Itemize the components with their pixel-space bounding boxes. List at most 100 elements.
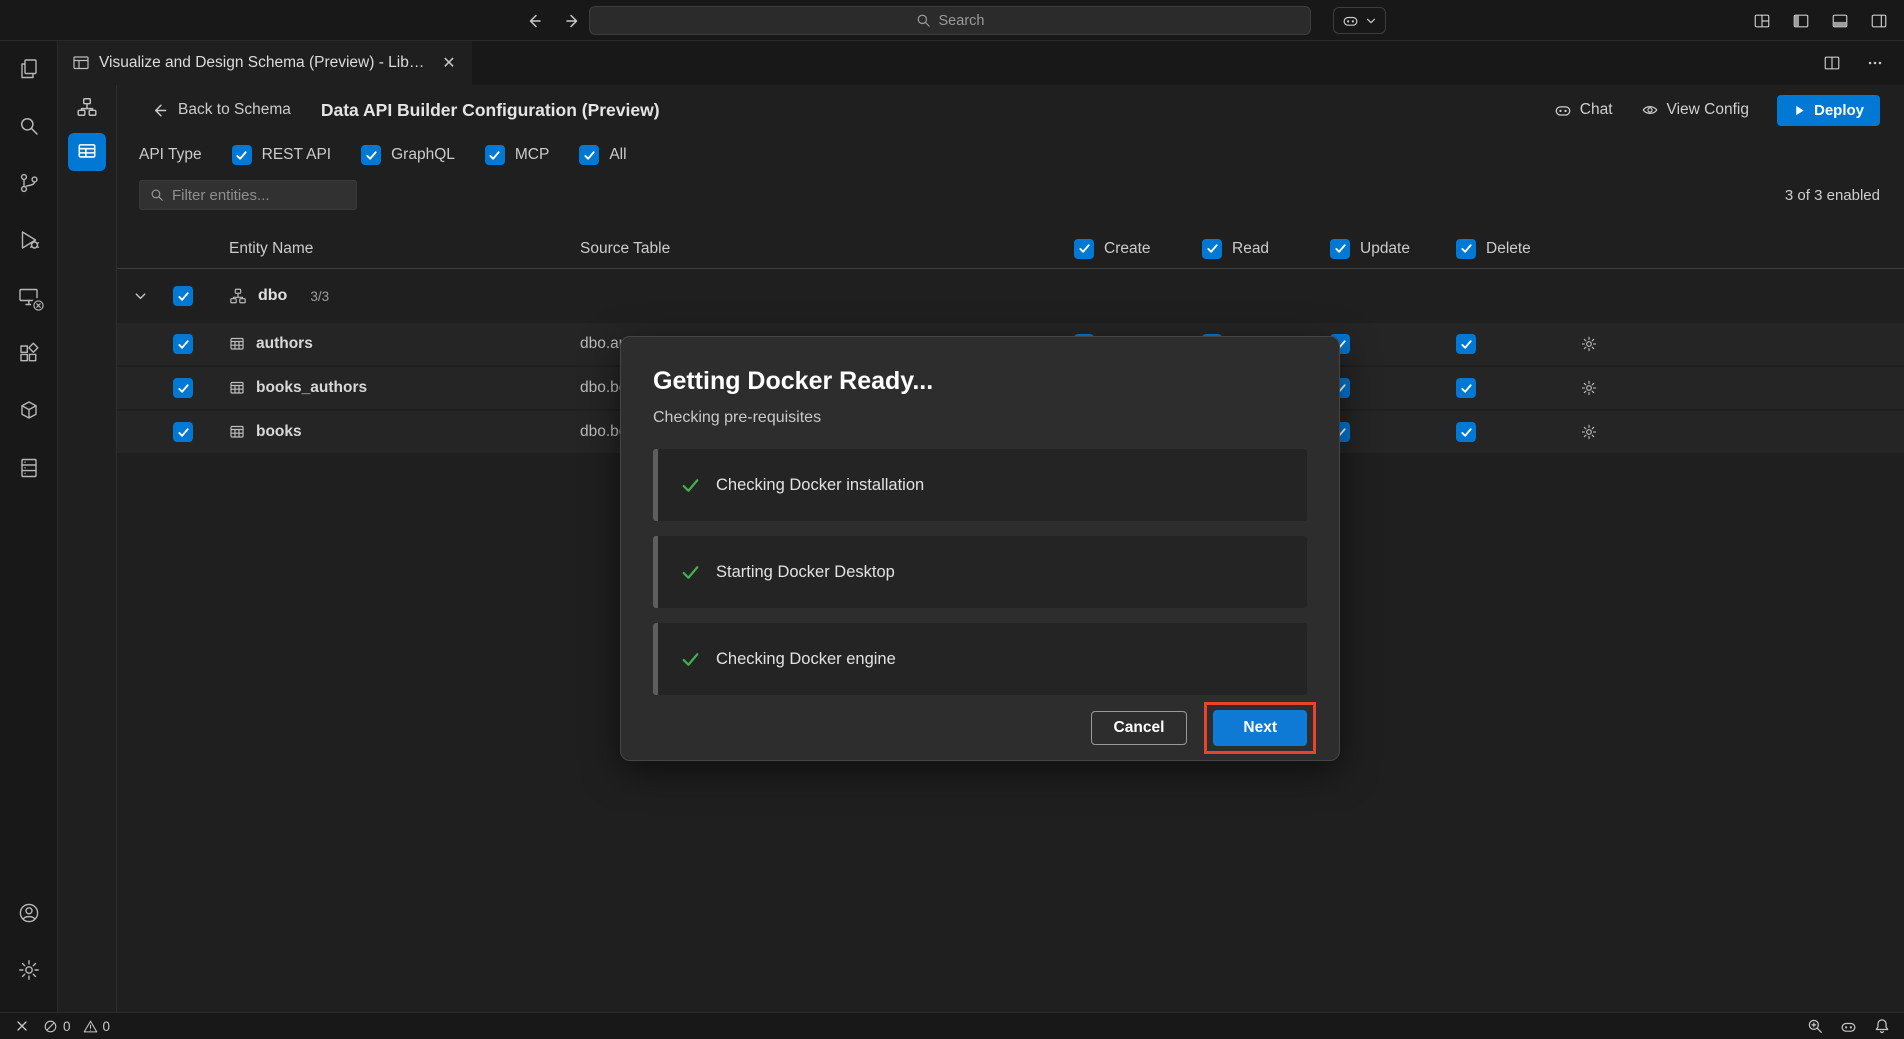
source-control-icon[interactable] [6, 160, 52, 206]
toggle-panel-button[interactable] [1826, 7, 1853, 34]
search-icon [150, 188, 164, 202]
entity-checkbox[interactable] [173, 334, 193, 354]
filter-option-rest-api[interactable]: REST API [232, 145, 332, 165]
tab-visualize-schema[interactable]: Visualize and Design Schema (Preview) - … [58, 41, 472, 85]
filter-option-label: MCP [515, 146, 549, 164]
explorer-icon[interactable] [6, 46, 52, 92]
step-label: Starting Docker Desktop [716, 563, 895, 582]
problems-indicator[interactable]: 0 0 [43, 1019, 110, 1034]
enabled-count: 3 of 3 enabled [1785, 187, 1880, 204]
customize-layout-button[interactable] [1748, 7, 1775, 34]
dab-config-icon[interactable] [68, 133, 106, 171]
search-placeholder-text: Search [939, 13, 985, 29]
eye-icon [1641, 101, 1659, 119]
view-config-label: View Config [1667, 101, 1749, 119]
group-checkbox[interactable] [173, 286, 193, 306]
filter-option-mcp[interactable]: MCP [485, 145, 549, 165]
status-bar: 0 0 [0, 1012, 1904, 1039]
containers-icon[interactable] [6, 388, 52, 434]
entity-settings-icon[interactable] [1576, 375, 1602, 401]
schema-designer-icon [72, 54, 90, 72]
update-all-checkbox[interactable] [1330, 239, 1350, 259]
chat-button[interactable]: Chat [1554, 101, 1613, 119]
entity-settings-icon[interactable] [1576, 331, 1602, 357]
column-delete-label: Delete [1486, 240, 1531, 258]
filter-entities-box[interactable] [139, 180, 357, 210]
account-icon[interactable] [6, 890, 52, 936]
settings-gear-icon[interactable] [6, 947, 52, 993]
remote-indicator-icon[interactable] [14, 1018, 30, 1034]
database-icon[interactable] [6, 445, 52, 491]
api-type-filters: API Type REST API GraphQL MCP [117, 135, 1904, 175]
tab-bar: Visualize and Design Schema (Preview) - … [58, 41, 1904, 85]
remote-disconnected-badge [31, 298, 46, 313]
api-type-label: API Type [139, 146, 202, 164]
play-icon [1793, 104, 1806, 117]
entity-checkbox[interactable] [173, 422, 193, 442]
panel-right-icon [1870, 12, 1888, 30]
table-icon [229, 380, 245, 396]
zoom-indicator-icon[interactable] [1807, 1018, 1823, 1034]
next-button[interactable]: Next [1213, 710, 1307, 746]
titlebar: Search [0, 0, 1904, 41]
checkbox-checked-icon[interactable] [485, 145, 505, 165]
cancel-button[interactable]: Cancel [1091, 711, 1188, 745]
toggle-secondary-sidebar-button[interactable] [1865, 7, 1892, 34]
dialog-subtitle: Checking pre-requisites [653, 409, 1307, 427]
read-all-checkbox[interactable] [1202, 239, 1222, 259]
back-to-schema-link[interactable]: Back to Schema [151, 101, 291, 119]
schema-visualize-icon[interactable] [68, 88, 106, 126]
filter-option-graphql[interactable]: GraphQL [361, 145, 455, 165]
entity-name: books [256, 423, 302, 441]
delete-checkbox[interactable] [1456, 378, 1476, 398]
global-search-box[interactable]: Search [589, 6, 1311, 35]
deploy-button[interactable]: Deploy [1777, 95, 1880, 126]
column-create-label: Create [1104, 240, 1151, 258]
page-actions: Chat View Config [1554, 95, 1880, 126]
column-read: Read [1194, 239, 1322, 259]
group-collapse-icon[interactable] [128, 284, 152, 308]
copilot-status-icon[interactable] [1840, 1018, 1857, 1035]
nav-forward-button[interactable] [559, 7, 586, 34]
nav-back-button[interactable] [520, 7, 547, 34]
page-header: Back to Schema Data API Builder Configur… [117, 85, 1904, 135]
vscode-window: Search [0, 0, 1904, 1039]
warning-count: 0 [103, 1019, 111, 1034]
step-label: Checking Docker engine [716, 650, 896, 669]
create-all-checkbox[interactable] [1074, 239, 1094, 259]
editor-actions [1818, 41, 1904, 85]
search-sidebar-icon[interactable] [6, 103, 52, 149]
window-layout-controls [1748, 0, 1892, 41]
schema-icon [229, 287, 247, 305]
entity-checkbox[interactable] [173, 378, 193, 398]
run-debug-icon[interactable] [6, 217, 52, 263]
column-source-table: Source Table [580, 240, 1066, 258]
delete-checkbox[interactable] [1456, 334, 1476, 354]
checkbox-checked-icon[interactable] [361, 145, 381, 165]
checkbox-checked-icon[interactable] [232, 145, 252, 165]
view-config-button[interactable]: View Config [1641, 101, 1749, 119]
history-navigation [520, 0, 586, 41]
delete-checkbox[interactable] [1456, 422, 1476, 442]
toggle-primary-sidebar-button[interactable] [1787, 7, 1814, 34]
back-link-label: Back to Schema [178, 101, 291, 119]
group-name: dbo [258, 287, 287, 305]
tab-close-icon[interactable]: ✕ [438, 52, 460, 74]
step-docker-installation: Checking Docker installation [653, 449, 1307, 521]
checkbox-checked-icon[interactable] [579, 145, 599, 165]
extensions-icon[interactable] [6, 331, 52, 377]
filter-entities-input[interactable] [172, 187, 346, 204]
page-title: Data API Builder Configuration (Preview) [321, 100, 660, 121]
entity-settings-icon[interactable] [1576, 419, 1602, 445]
more-actions-icon[interactable] [1861, 50, 1888, 77]
entity-name: authors [256, 335, 313, 353]
split-editor-icon[interactable] [1818, 50, 1845, 77]
designer-side-strip [58, 85, 117, 1012]
delete-all-checkbox[interactable] [1456, 239, 1476, 259]
copilot-menu-button[interactable] [1333, 7, 1386, 34]
step-docker-engine: Checking Docker engine [653, 623, 1307, 695]
notifications-bell-icon[interactable] [1874, 1018, 1890, 1034]
dialog-actions: Cancel Next [653, 710, 1307, 746]
remote-explorer-icon[interactable] [6, 274, 52, 320]
filter-option-all[interactable]: All [579, 145, 626, 165]
